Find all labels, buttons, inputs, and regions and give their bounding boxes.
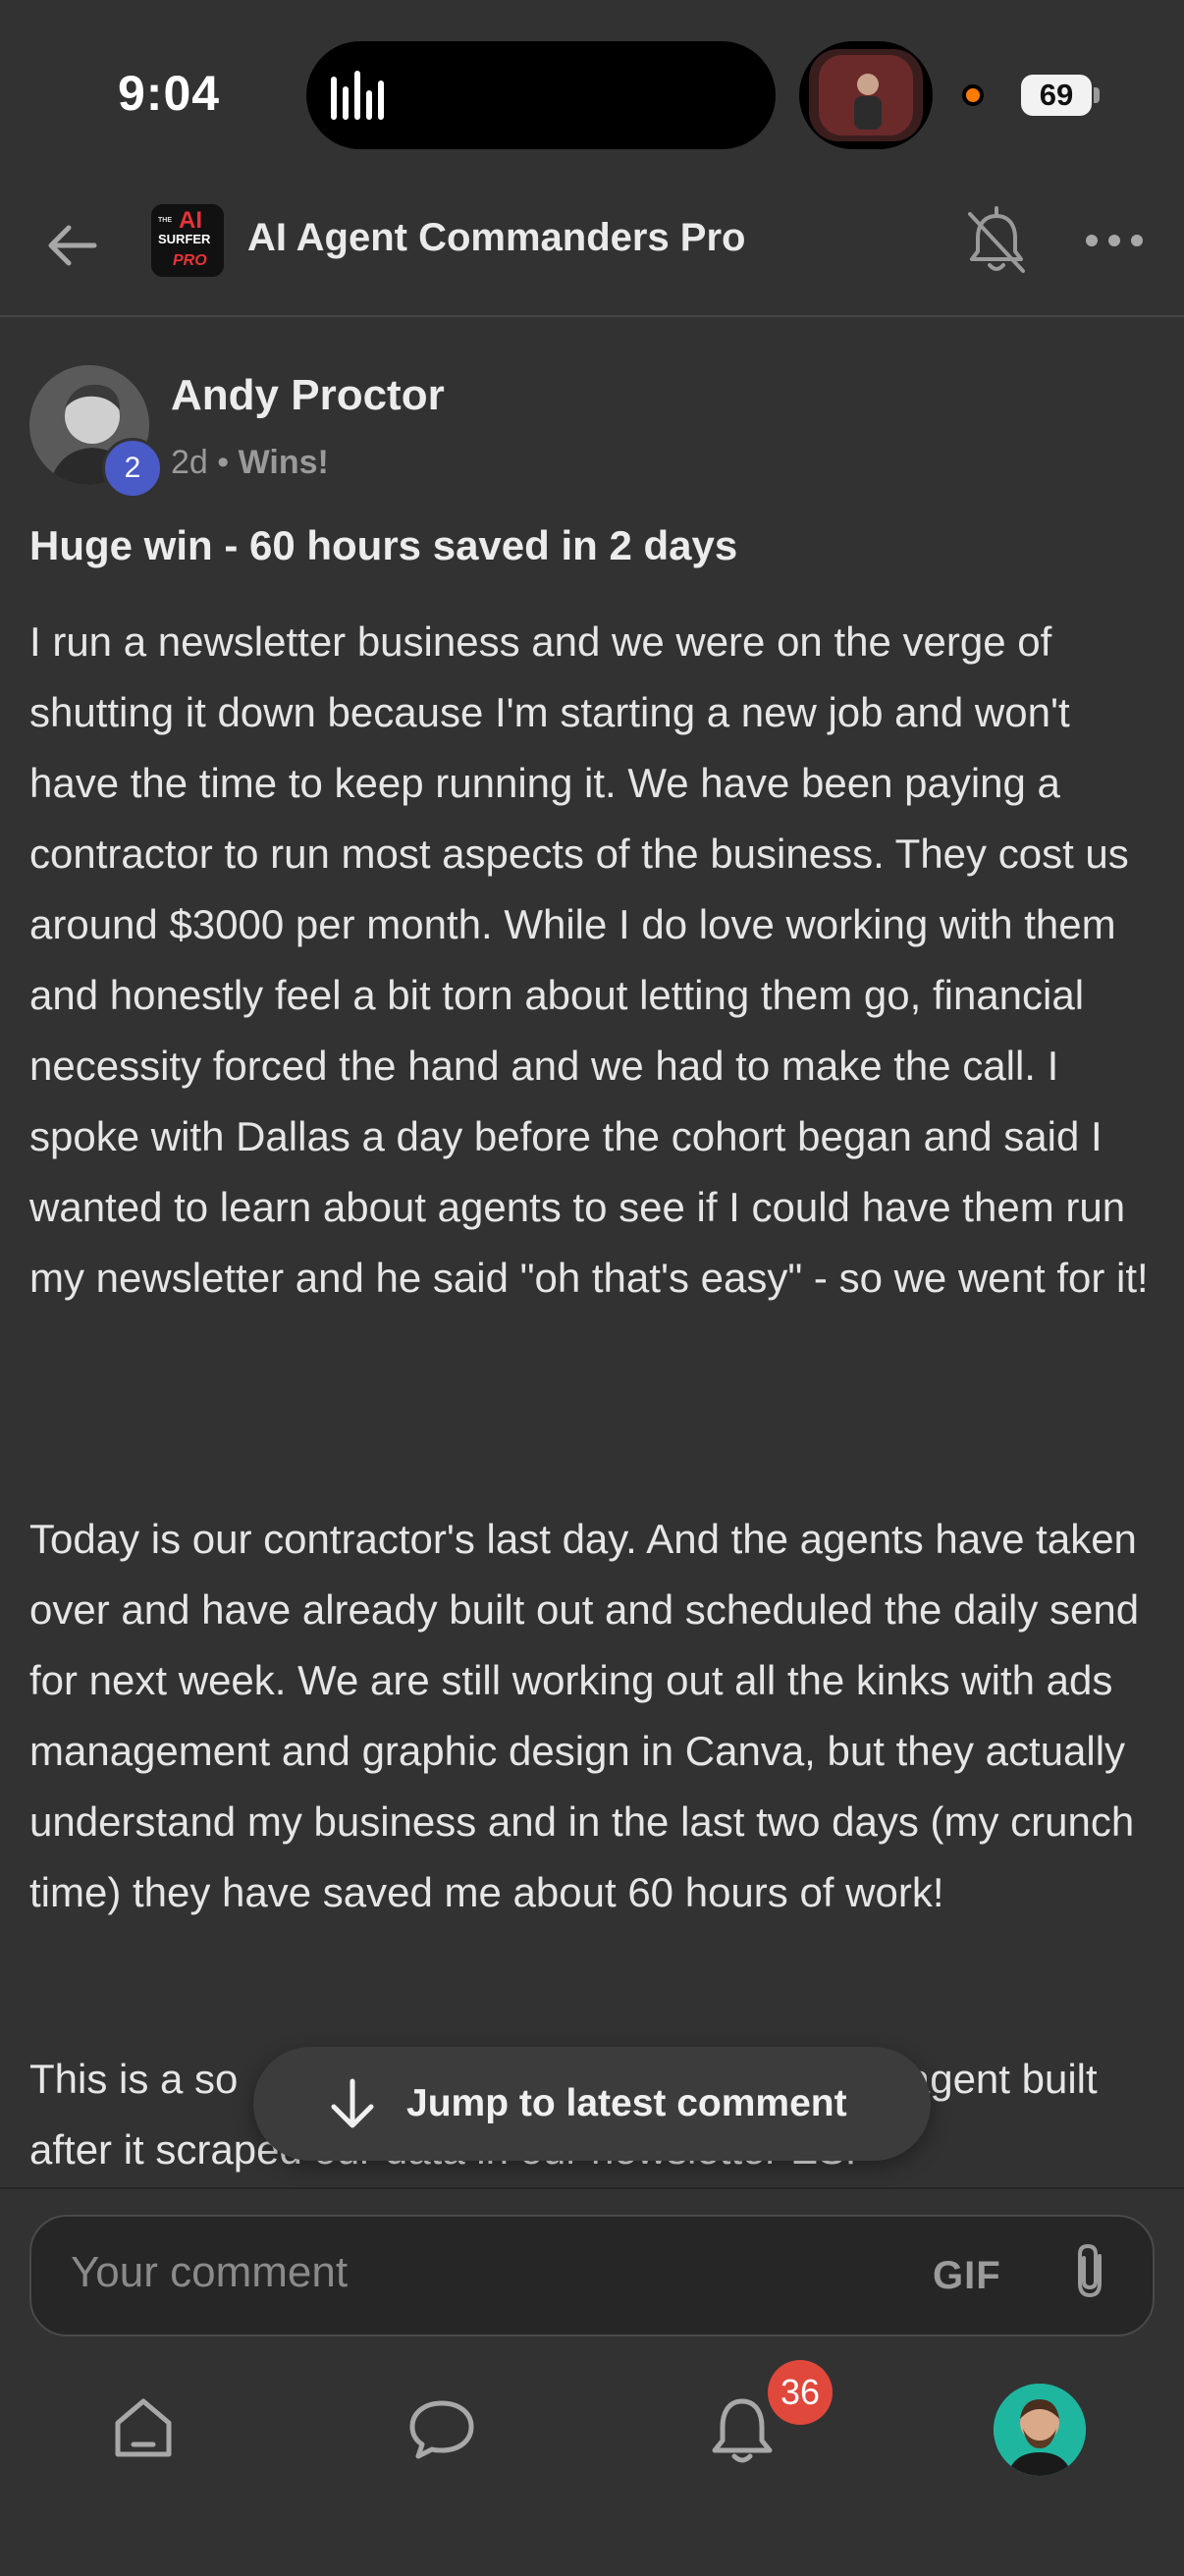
logo-text-surfer: SURFER — [158, 232, 211, 246]
jump-to-latest-label: Jump to latest comment — [406, 2082, 847, 2124]
chat-icon[interactable] — [403, 2389, 481, 2468]
status-time: 9:04 — [118, 66, 221, 121]
post-category[interactable]: Wins! — [239, 444, 329, 481]
notification-count-badge: 36 — [768, 2360, 833, 2425]
author-name[interactable]: Andy Proctor — [171, 371, 445, 420]
audio-wave-icon — [331, 71, 384, 120]
group-logo[interactable]: THE AI SURFER PRO — [151, 204, 224, 277]
logo-text-ai: AI — [179, 207, 202, 234]
battery-indicator: 69 — [1021, 75, 1092, 116]
logo-text-pro: PRO — [173, 252, 207, 269]
group-title[interactable]: AI Agent Commanders Pro — [247, 216, 745, 260]
live-activity-thumbnail[interactable] — [799, 41, 933, 149]
comment-placeholder[interactable]: Your comment — [71, 2248, 348, 2297]
home-icon[interactable] — [104, 2389, 183, 2468]
privacy-indicator-dot — [962, 84, 984, 106]
meta-separator: • — [217, 444, 230, 481]
bell-off-icon[interactable] — [962, 202, 1031, 281]
battery-nub — [1094, 87, 1100, 103]
post-meta: 2d • Wins! — [171, 444, 329, 482]
paperclip-icon[interactable] — [1060, 2240, 1119, 2303]
post-paragraph: I run a newsletter business and we were … — [29, 618, 1149, 1301]
back-arrow-icon[interactable] — [33, 206, 112, 285]
gif-button[interactable]: GIF — [933, 2254, 1001, 2298]
post-title: Huge win - 60 hours saved in 2 days — [29, 522, 738, 568]
post-paragraph: Today is our contractor's last day. And … — [29, 1516, 1140, 1915]
more-icon[interactable] — [1080, 216, 1149, 265]
arrow-down-icon — [331, 2078, 374, 2128]
logo-text-the: THE — [158, 217, 172, 224]
post-age: 2d — [171, 444, 208, 481]
header-divider — [0, 315, 1184, 317]
level-badge: 2 — [102, 438, 163, 499]
profile-avatar[interactable] — [994, 2384, 1086, 2476]
